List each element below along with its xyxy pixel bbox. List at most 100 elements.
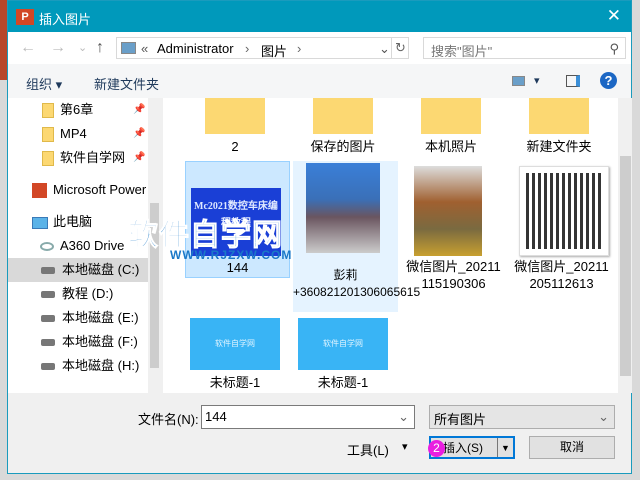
sidebar-item-drive-c[interactable]: 本地磁盘 (C:) bbox=[8, 258, 148, 282]
search-icon: ⚲ bbox=[609, 41, 619, 56]
close-button[interactable]: ✕ bbox=[607, 6, 621, 26]
file-item-wechat-1[interactable]: 微信图片_20211115190306 bbox=[401, 161, 506, 312]
background-app bbox=[0, 0, 7, 80]
pictures-icon bbox=[121, 42, 136, 54]
sidebar-item-mp4[interactable]: MP4 📌 bbox=[8, 122, 148, 146]
view-icon[interactable] bbox=[512, 76, 525, 86]
new-folder-button[interactable]: 新建文件夹 bbox=[94, 74, 159, 93]
organize-button[interactable]: 组织 ▾ bbox=[26, 74, 62, 93]
step-badge: 2 bbox=[428, 440, 445, 457]
file-type-select[interactable]: 所有图片 ⌄ bbox=[429, 405, 615, 429]
file-name: 微信图片_20211115190306 bbox=[406, 259, 501, 291]
file-name: 微信图片_20211205112613 bbox=[514, 259, 609, 291]
navigation-bar: ← → ⌄ ↑ « Administrator › 图片 › ⌄ ↻ 搜索"图片… bbox=[8, 32, 631, 64]
file-item-saved-pictures[interactable]: 保存的图片 bbox=[293, 98, 393, 158]
sidebar-item-this-pc[interactable]: 此电脑 bbox=[8, 210, 148, 234]
sidebar-item-label: 本地磁盘 (C:) bbox=[62, 262, 140, 277]
file-item-camera-roll[interactable]: 本机照片 bbox=[401, 98, 501, 158]
address-bar[interactable]: « Administrator › 图片 › ⌄ ↻ bbox=[116, 37, 409, 59]
drive-icon bbox=[41, 315, 55, 323]
sidebar-item-drive-e[interactable]: 本地磁盘 (E:) bbox=[8, 306, 148, 330]
file-item-wechat-2[interactable]: 微信图片_20211205112613 bbox=[509, 161, 614, 312]
sidebar-item-a360-drive[interactable]: A360 Drive bbox=[8, 234, 148, 258]
refresh-button[interactable]: ↻ bbox=[391, 38, 409, 58]
tools-button[interactable]: 工具(L) bbox=[347, 440, 389, 459]
folder-icon bbox=[529, 98, 589, 134]
image-thumbnail-blurred bbox=[414, 166, 482, 256]
file-name: 彭莉 +360821201306065615 bbox=[293, 268, 421, 299]
folder-icon bbox=[205, 98, 265, 134]
sidebar-item-drive-f[interactable]: 本地磁盘 (F:) bbox=[8, 330, 148, 354]
sidebar-item-chapter6[interactable]: 第6章 📌 bbox=[8, 98, 148, 122]
drive-icon bbox=[41, 291, 55, 299]
file-name: 新建文件夹 bbox=[526, 139, 592, 154]
sidebar-item-label: Microsoft Power bbox=[53, 182, 147, 197]
breadcrumb-administrator[interactable]: Administrator bbox=[157, 41, 234, 56]
forward-button[interactable]: → bbox=[50, 39, 66, 57]
filename-value: 144 bbox=[205, 409, 227, 424]
back-button[interactable]: ← bbox=[20, 39, 36, 57]
view-dropdown[interactable]: ▾ bbox=[534, 74, 540, 87]
powerpoint-icon: P bbox=[16, 9, 34, 25]
folder-icon bbox=[42, 103, 54, 119]
title-bar: P 插入图片 ✕ bbox=[8, 1, 631, 32]
image-thumbnail: 软件自学网 bbox=[298, 318, 388, 370]
file-name: 未标题-1 bbox=[317, 375, 369, 390]
file-list-scrollbar[interactable] bbox=[619, 98, 632, 393]
drive-icon bbox=[41, 339, 55, 347]
breadcrumb-separator[interactable]: › bbox=[245, 41, 249, 56]
up-button[interactable]: ↑ bbox=[96, 39, 104, 57]
folder-icon bbox=[42, 127, 54, 143]
drive-icon bbox=[41, 363, 55, 371]
file-item-folder-2[interactable]: 2 bbox=[185, 98, 285, 158]
filename-label: 文件名(N): bbox=[138, 412, 199, 427]
sidebar-item-label: 此电脑 bbox=[53, 214, 93, 229]
filename-input[interactable]: 144 ⌄ bbox=[201, 405, 415, 429]
file-item-photo[interactable]: 彭莉 +360821201306065615 bbox=[293, 161, 421, 312]
file-name: 2 bbox=[231, 139, 239, 154]
sidebar-item-drive-h[interactable]: 本地磁盘 (H:) bbox=[8, 354, 148, 378]
file-type-value: 所有图片 bbox=[434, 412, 487, 427]
pin-icon: 📌 bbox=[133, 104, 146, 115]
sidebar-item-label: 软件自学网 bbox=[60, 150, 126, 165]
cancel-button[interactable]: 取消 bbox=[529, 436, 615, 459]
sidebar-item-label: MP4 bbox=[60, 126, 87, 141]
scrollbar-thumb[interactable] bbox=[620, 156, 631, 376]
watermark-url: WWW.RJZXW.COM bbox=[170, 248, 293, 262]
drive-icon bbox=[41, 267, 55, 275]
file-item-untitled-1[interactable]: 软件自学网 未标题-1 bbox=[185, 316, 285, 393]
overflow-chevron[interactable]: « bbox=[141, 41, 148, 56]
file-name: 未标题-1 bbox=[209, 375, 261, 390]
window-title: 插入图片 bbox=[39, 12, 92, 27]
sidebar-item-label: A360 Drive bbox=[60, 238, 125, 253]
help-icon[interactable]: ? bbox=[600, 72, 617, 89]
pin-icon: 📌 bbox=[133, 128, 146, 139]
pin-icon: 📌 bbox=[133, 152, 146, 163]
qr-code-thumbnail bbox=[519, 166, 609, 256]
insert-label: 插入(S) bbox=[443, 441, 483, 455]
insert-picture-dialog: P 插入图片 ✕ ← → ⌄ ↑ « Administrator › 图片 › … bbox=[7, 0, 632, 474]
powerpoint-icon bbox=[32, 183, 47, 199]
address-dropdown[interactable]: ⌄ bbox=[379, 41, 390, 57]
sidebar-item-rjzxw[interactable]: 软件自学网 📌 bbox=[8, 146, 148, 170]
chevron-down-icon[interactable]: ⌄ bbox=[398, 409, 409, 425]
file-name: 保存的图片 bbox=[310, 139, 376, 154]
sidebar-item-drive-d[interactable]: 教程 (D:) bbox=[8, 282, 148, 306]
breadcrumb-pictures[interactable]: 图片 bbox=[261, 41, 287, 60]
preview-pane-icon[interactable] bbox=[566, 75, 580, 87]
cloud-drive-icon bbox=[40, 242, 54, 252]
file-name: 本机照片 bbox=[424, 139, 477, 154]
sidebar-item-label: 本地磁盘 (E:) bbox=[62, 310, 139, 325]
search-input[interactable]: 搜索"图片" ⚲ bbox=[423, 37, 626, 59]
recent-locations-button[interactable]: ⌄ bbox=[78, 41, 87, 54]
sidebar-item-label: 第6章 bbox=[60, 102, 94, 117]
sidebar-item-label: 本地磁盘 (H:) bbox=[62, 358, 140, 373]
file-item-new-folder[interactable]: 新建文件夹 bbox=[509, 98, 609, 158]
breadcrumb-separator[interactable]: › bbox=[297, 41, 301, 56]
tools-dropdown-arrow[interactable]: ▾ bbox=[402, 440, 408, 453]
folder-icon bbox=[42, 151, 54, 167]
sidebar-item-microsoft-powerpoint[interactable]: Microsoft Power bbox=[8, 178, 148, 202]
file-item-untitled-1b[interactable]: 软件自学网未标题-1 bbox=[293, 316, 393, 393]
insert-dropdown-arrow[interactable]: ▼ bbox=[497, 438, 513, 457]
image-thumbnail-blurred bbox=[306, 163, 380, 253]
